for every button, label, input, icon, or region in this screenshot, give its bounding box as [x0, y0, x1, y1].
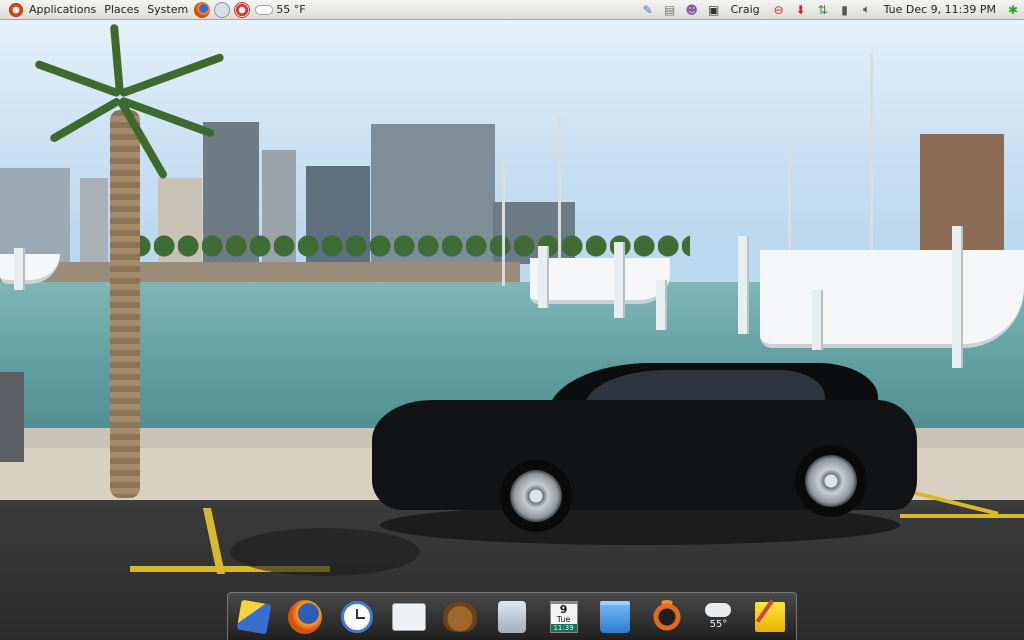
weather-widget: 55°	[705, 603, 732, 630]
package-icon	[497, 600, 526, 633]
firefox-icon	[288, 599, 323, 634]
system-menu[interactable]: System	[143, 0, 192, 20]
applications-menu-label: Applications	[29, 3, 97, 16]
palm-frond	[34, 59, 122, 98]
yacht	[760, 250, 1024, 348]
palm-frond	[118, 52, 225, 98]
dock: 9 Tue 11:39 55°	[227, 592, 797, 640]
calendar-day: 9	[559, 602, 568, 616]
gimp-icon	[443, 601, 478, 632]
dock-post	[738, 236, 749, 334]
weather-temperature[interactable]: 55 °F	[276, 3, 305, 16]
clock[interactable]: Tue Dec 9, 11:39 PM	[884, 3, 996, 16]
dock-item-calendar[interactable]: 9 Tue 11:39	[544, 596, 584, 638]
user-running-icon[interactable]: ✱	[1005, 2, 1021, 18]
palm-frond	[109, 23, 124, 95]
dock-post	[812, 290, 823, 350]
user-switcher[interactable]: Craig	[731, 3, 760, 16]
dock-post	[14, 248, 25, 290]
dock-item-ubuntu[interactable]	[647, 596, 687, 638]
dock-post	[952, 226, 963, 368]
top-panel: Applications Places System 55 °F ✎ ▤ ☻ ▣…	[0, 0, 1024, 20]
dock-item-trash[interactable]	[595, 596, 635, 638]
ubuntu-icon	[649, 599, 684, 634]
places-menu[interactable]: Places	[100, 0, 143, 20]
places-menu-label: Places	[104, 3, 140, 16]
dock-item-mail[interactable]	[389, 596, 429, 638]
firefox-icon[interactable]	[194, 1, 211, 18]
dock-item-firefox[interactable]	[285, 596, 325, 638]
dock-item-notes[interactable]	[750, 596, 790, 638]
broom-icon	[236, 599, 272, 634]
help-icon[interactable]	[234, 1, 251, 18]
sailboat-mast	[502, 160, 505, 286]
trash-can	[0, 372, 24, 462]
dock-item-gimp[interactable]	[440, 596, 480, 638]
system-menu-label: System	[147, 3, 189, 16]
dock-post	[656, 280, 667, 330]
mail-icon[interactable]	[214, 1, 231, 18]
desktop-wallpaper[interactable]	[0, 0, 1024, 640]
mail-clock-icon	[391, 602, 426, 631]
dock-item-weather[interactable]: 55°	[698, 596, 738, 638]
dock-post	[538, 246, 549, 308]
pidgin-icon[interactable]: ☻	[684, 2, 700, 18]
car-wheel	[500, 460, 572, 532]
cloud-icon[interactable]	[255, 4, 274, 15]
ubuntu-logo-icon	[9, 2, 23, 17]
cloud-icon	[705, 603, 732, 617]
dock-item-cleaner[interactable]	[234, 596, 274, 638]
volume-icon[interactable]: 🔈︎	[859, 2, 875, 18]
network-icon[interactable]: ⇅	[815, 2, 831, 18]
notes-icon[interactable]: ▤	[662, 2, 678, 18]
dock-weather-temperature: 55°	[709, 619, 728, 630]
applications-menu[interactable]: Applications	[0, 0, 100, 20]
car-wheel	[795, 445, 867, 517]
palm-shadow	[230, 528, 420, 576]
update-manager-icon[interactable]: ✎	[640, 2, 656, 18]
trash-icon	[600, 600, 631, 633]
dock-post	[614, 242, 625, 318]
building	[0, 168, 70, 264]
notepad-icon	[755, 601, 786, 632]
dock-item-clock[interactable]	[337, 596, 377, 638]
parking-line	[900, 514, 1024, 518]
calendar-icon: 9 Tue 11:39	[549, 600, 578, 633]
clock-icon	[341, 600, 374, 633]
terminal-icon[interactable]: ▣	[706, 2, 722, 18]
calendar-weekday: Tue	[556, 614, 571, 624]
dock-item-package-manager[interactable]	[492, 596, 532, 638]
boat	[530, 258, 670, 304]
calendar-time: 11:39	[550, 623, 577, 632]
battery-icon[interactable]: ▮	[837, 2, 853, 18]
building	[80, 178, 108, 264]
palm-trunk	[110, 110, 140, 498]
network-stop-icon[interactable]: ⊖	[771, 2, 787, 18]
download-icon[interactable]: ⬇	[793, 2, 809, 18]
